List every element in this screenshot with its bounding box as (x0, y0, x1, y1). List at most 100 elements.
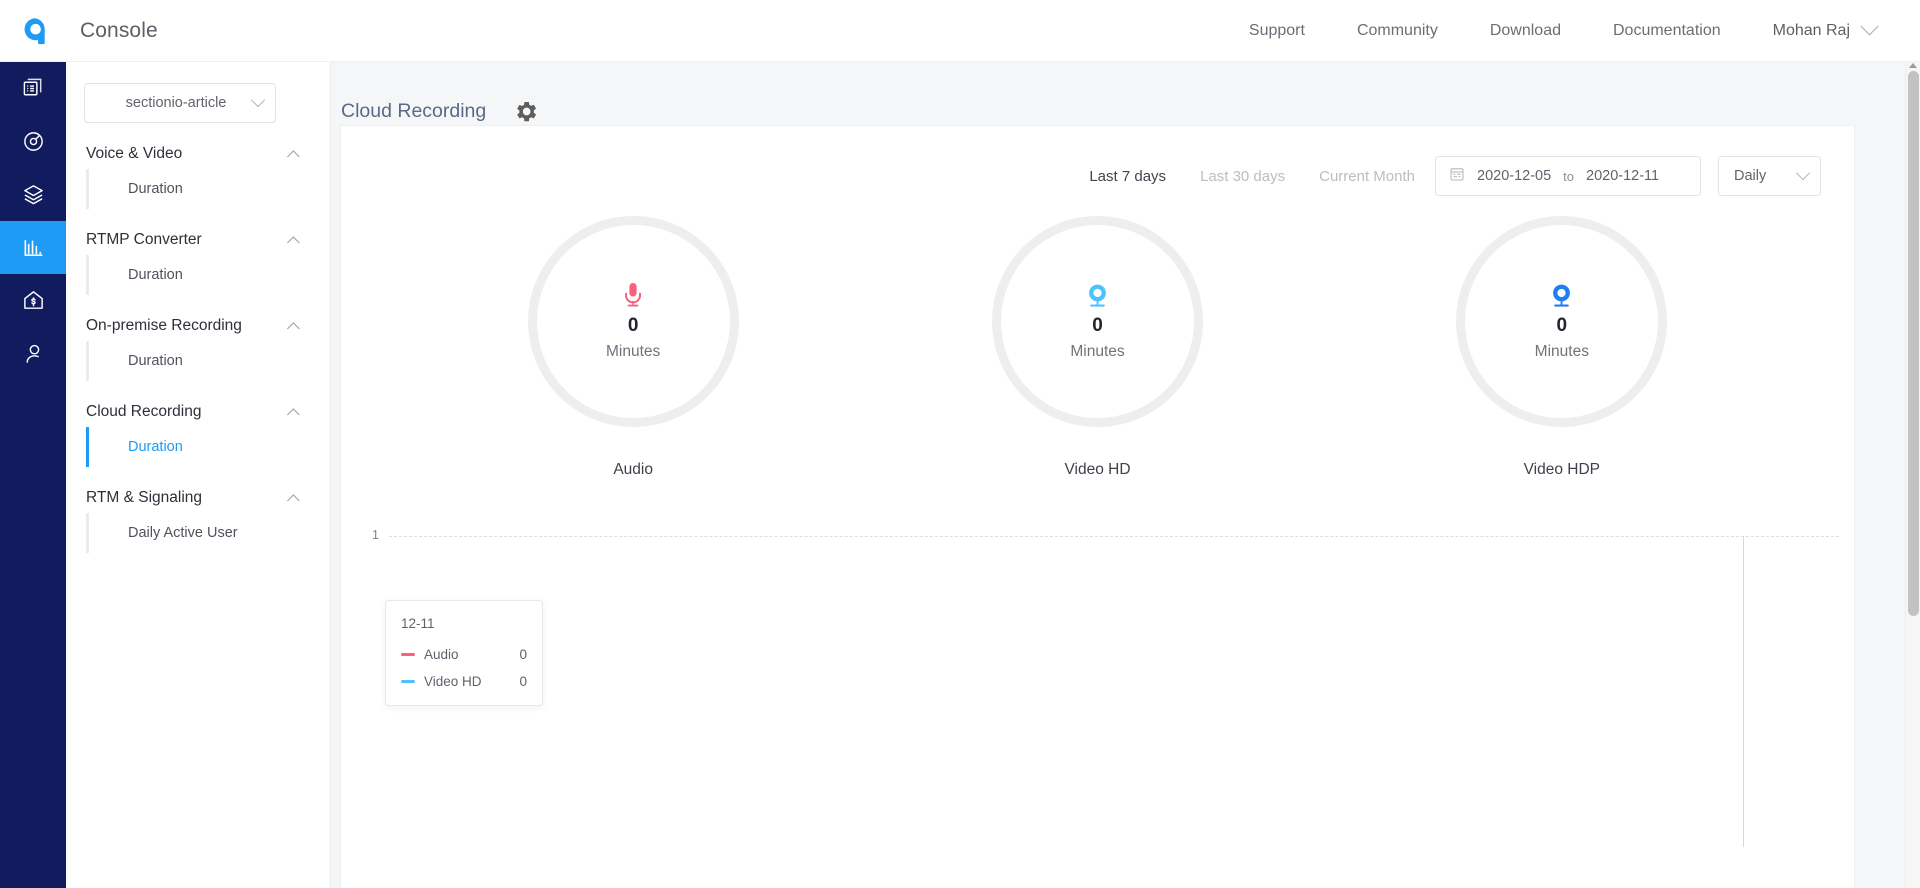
nav-community[interactable]: Community (1331, 0, 1464, 62)
rail-item-usage[interactable] (0, 115, 66, 168)
caret-up-icon (287, 321, 300, 335)
layers-icon (22, 183, 45, 206)
chevron-down-icon (1795, 166, 1811, 181)
nav-documentation[interactable]: Documentation (1587, 0, 1747, 62)
quick-range-current-month[interactable]: Current Month (1319, 168, 1415, 185)
brand: Console (14, 8, 158, 53)
icon-rail (0, 62, 66, 888)
sidebar-group-rtm-signaling: RTM & Signaling Daily Active User (66, 483, 330, 553)
project-selector-value: sectionio-article (125, 95, 227, 111)
granularity-select[interactable]: Daily (1718, 156, 1821, 196)
sidebar-group-header[interactable]: RTM & Signaling (66, 483, 330, 513)
sidebar-group-voice-video: Voice & Video Duration (66, 139, 330, 209)
sidebar-group-header[interactable]: Voice & Video (66, 139, 330, 169)
chart-gridline (389, 536, 1839, 537)
page-scrollbar[interactable] (1905, 62, 1920, 888)
sidebar-group-header[interactable]: On-premise Recording (66, 311, 330, 341)
gauge-video-hd: 0 Minutes Video HD (947, 216, 1247, 479)
tooltip-row-audio: Audio 0 (401, 647, 527, 662)
usage-chart[interactable]: 1 12-11 Audio 0 Video HD 0 (341, 521, 1854, 851)
chevron-down-icon (250, 93, 266, 108)
gauge-value: 0 (1556, 314, 1568, 336)
scroll-up-arrow-icon[interactable] (1909, 63, 1917, 68)
user-menu[interactable]: Mohan Raj (1747, 17, 1894, 40)
projects-list-icon (22, 77, 45, 100)
quick-range-last-7-days[interactable]: Last 7 days (1089, 168, 1166, 185)
scrollbar-thumb[interactable] (1908, 71, 1919, 616)
gauge-video-hdp: 0 Minutes Video HDP (1412, 216, 1712, 479)
sidebar-menu: sectionio-article Voice & Video Duration… (66, 62, 331, 888)
user-name: Mohan Raj (1772, 21, 1850, 39)
sidebar-group-title: RTMP Converter (86, 231, 202, 248)
sidebar-group-rtmp-converter: RTMP Converter Duration (66, 225, 330, 295)
sidebar-group-header[interactable]: Cloud Recording (66, 397, 330, 427)
gauge-label: Audio (613, 461, 653, 478)
sidebar-item-daily-active-user[interactable]: Daily Active User (86, 513, 330, 553)
legend-swatch-audio (401, 653, 415, 656)
microphone-icon (622, 282, 644, 309)
project-selector[interactable]: sectionio-article (84, 83, 276, 123)
chart-y-tick: 1 (372, 528, 379, 542)
account-user-icon (22, 342, 45, 365)
date-range-separator: to (1563, 168, 1575, 184)
gauge-unit: Minutes (1070, 343, 1125, 361)
sidebar-group-title: Cloud Recording (86, 403, 202, 420)
calendar-icon (1449, 166, 1465, 187)
sidebar-group-header[interactable]: RTMP Converter (66, 225, 330, 255)
rail-item-layers[interactable] (0, 168, 66, 221)
gauge-unit: Minutes (1534, 343, 1589, 361)
bar-chart-icon (22, 236, 45, 259)
tooltip-series-name: Audio (424, 647, 459, 662)
gauge-label: Video HD (1064, 461, 1131, 478)
usage-gauge-icon (22, 130, 45, 153)
date-range-picker[interactable]: 2020-12-05 to 2020-12-11 (1435, 156, 1701, 196)
rail-item-analytics[interactable] (0, 221, 66, 274)
app-title: Console (80, 18, 158, 42)
legend-swatch-video-hd (401, 680, 415, 683)
usage-card: Last 7 days Last 30 days Current Month 2… (340, 125, 1855, 888)
tooltip-series-name: Video HD (424, 674, 482, 689)
tooltip-row-video-hd: Video HD 0 (401, 674, 527, 689)
quick-range-last-30-days[interactable]: Last 30 days (1200, 168, 1285, 185)
webcam-icon (1085, 282, 1110, 309)
chart-tooltip: 12-11 Audio 0 Video HD 0 (385, 600, 543, 706)
filter-bar: Last 7 days Last 30 days Current Month 2… (341, 126, 1854, 200)
agora-logo-icon[interactable] (14, 8, 58, 53)
sidebar-group-on-premise-recording: On-premise Recording Duration (66, 311, 330, 381)
gauge-value: 0 (627, 314, 639, 336)
sidebar-group-cloud-recording: Cloud Recording Duration (66, 397, 330, 467)
gauge-ring: 0 Minutes (1456, 216, 1668, 427)
gauge-audio: 0 Minutes Audio (483, 216, 783, 479)
caret-up-icon (287, 493, 300, 507)
date-range-end: 2020-12-11 (1586, 168, 1660, 184)
caret-up-icon (287, 149, 300, 163)
granularity-value: Daily (1734, 168, 1767, 184)
nav-support[interactable]: Support (1223, 0, 1331, 62)
caret-up-icon (287, 235, 300, 249)
top-bar: Console Support Community Download Docum… (0, 0, 1920, 62)
rail-item-billing[interactable] (0, 274, 66, 327)
billing-home-icon (22, 289, 45, 312)
sidebar-item-on-premise-duration[interactable]: Duration (86, 341, 330, 381)
tooltip-date: 12-11 (401, 616, 435, 631)
gauge-row: 0 Minutes Audio 0 Minutes Video HD 0 Min… (341, 200, 1854, 479)
date-range-start: 2020-12-05 (1477, 168, 1552, 184)
tooltip-series-value: 0 (519, 674, 527, 689)
content-area: Cloud Recording Last 7 days Last 30 days… (331, 62, 1920, 888)
gauge-value: 0 (1092, 314, 1103, 336)
nav-download[interactable]: Download (1464, 0, 1587, 62)
sidebar-item-cloud-recording-duration[interactable]: Duration (86, 427, 330, 467)
tooltip-series-value: 0 (519, 647, 527, 662)
rail-item-account[interactable] (0, 327, 66, 380)
page-header: Cloud Recording (331, 62, 1920, 134)
gear-icon[interactable] (512, 98, 539, 125)
sidebar-item-voice-video-duration[interactable]: Duration (86, 169, 330, 209)
gauge-ring: 0 Minutes (991, 216, 1203, 427)
rail-item-projects[interactable] (0, 62, 66, 115)
chevron-down-icon (1860, 17, 1879, 36)
webcam-icon (1549, 282, 1574, 309)
sidebar-item-rtmp-duration[interactable]: Duration (86, 255, 330, 295)
chart-crosshair (1743, 536, 1744, 847)
sidebar-group-title: RTM & Signaling (86, 489, 203, 506)
sidebar-group-title: Voice & Video (86, 145, 183, 162)
